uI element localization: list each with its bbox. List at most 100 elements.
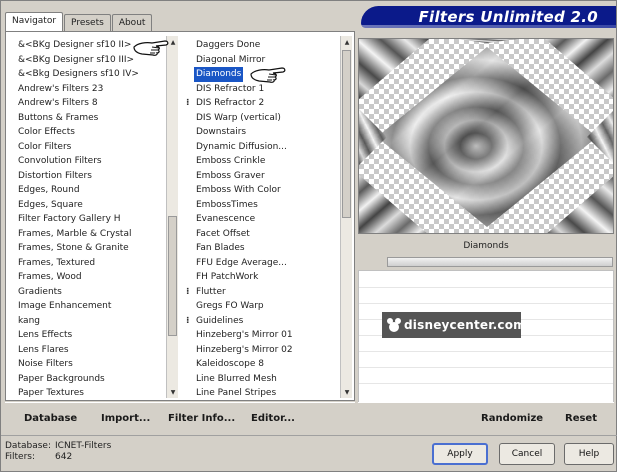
tab-bar: Navigator Presets About <box>5 12 153 32</box>
category-list: &<BKg Designer sf10 II> &<BKg Designer sf… <box>16 38 168 401</box>
status-area: Database: ICNET-Filters Filters: 642 <box>5 441 111 463</box>
randomize-button[interactable]: Randomize <box>481 413 543 424</box>
filter-list-item[interactable]: Downstairs <box>194 125 344 140</box>
filter-list-item[interactable]: Evanescence <box>194 212 344 227</box>
category-list-item[interactable]: Image Enhancement <box>16 299 168 314</box>
category-list-item[interactable]: Color Effects <box>16 125 168 140</box>
category-list-item[interactable]: Frames, Textured <box>16 256 168 271</box>
category-list-item[interactable]: Edges, Square <box>16 198 168 213</box>
tab-about[interactable]: About <box>111 14 153 31</box>
category-list-item[interactable]: Edges, Round <box>16 183 168 198</box>
filter-list-row: Guidelines <box>186 314 344 329</box>
category-list-item[interactable]: Buttons & Frames <box>16 111 168 126</box>
filter-list-item[interactable]: DIS Refractor 2 <box>186 96 344 111</box>
scroll-thumb[interactable] <box>342 50 351 218</box>
divider <box>359 351 613 352</box>
filter-list-row: DIS Refractor 2 <box>186 96 344 111</box>
editor-button[interactable]: Editor... <box>251 413 295 424</box>
category-list-item[interactable]: Frames, Stone & Granite <box>16 241 168 256</box>
category-list-item[interactable]: Frames, Marble & Crystal <box>16 227 168 242</box>
category-list-item[interactable]: Filter Factory Gallery H <box>16 212 168 227</box>
filter-list-item[interactable]: Facet Offset <box>194 227 344 242</box>
filter-list-item-selected[interactable]: Diamonds <box>194 67 244 82</box>
filter-list-item[interactable]: Kaleidoscope 8 <box>194 357 344 372</box>
apply-button[interactable]: Apply <box>432 443 488 465</box>
filter-list: Daggers Done Diagonal Mirror Diamonds DIS R… <box>186 38 344 401</box>
filter-list-row: Hinzeberg's Mirror 02 <box>194 343 344 358</box>
filter-list-item[interactable]: Emboss Crinkle <box>194 154 344 169</box>
filter-list-item[interactable]: Emboss Graver <box>194 169 344 184</box>
filter-list-row: EmbossTimes <box>194 198 344 213</box>
watermark-logo: disneycenter.com <box>382 312 526 338</box>
filter-info-button[interactable]: Filter Info... <box>168 413 235 424</box>
database-button[interactable]: Database <box>24 413 77 424</box>
scroll-down-arrow-icon[interactable]: ▼ <box>341 386 353 398</box>
selected-filter-name: Diamonds <box>463 241 509 251</box>
divider <box>359 287 613 288</box>
watermark-text: disneycenter.com <box>404 318 526 332</box>
filter-list-item[interactable]: Line Panel Stripes <box>194 386 344 401</box>
filters-count-label: Filters: <box>5 452 36 462</box>
filter-list-item[interactable]: Guidelines <box>186 314 344 329</box>
database-label: Database: <box>5 441 51 451</box>
category-list-item[interactable]: Andrew's Filters 8 <box>16 96 168 111</box>
filter-list-item[interactable]: Line Blurred Mesh <box>194 372 344 387</box>
filter-list-item[interactable]: FH PatchWork <box>194 270 344 285</box>
scroll-up-arrow-icon[interactable]: ▲ <box>341 36 353 48</box>
filter-list-row: Line Panel Stripes <box>194 386 344 401</box>
filter-list-row: Fan Blades <box>194 241 344 256</box>
category-list-item[interactable]: Paper Textures <box>16 386 168 401</box>
scroll-thumb[interactable] <box>168 216 177 336</box>
category-list-item[interactable]: Andrew's Filters 23 <box>16 82 168 97</box>
category-list-item[interactable]: Lens Flares <box>16 343 168 358</box>
category-list-item[interactable]: kang <box>16 314 168 329</box>
filter-list-row: DIS Warp (vertical) <box>194 111 344 126</box>
category-scrollbar[interactable]: ▲ ▼ <box>166 36 178 398</box>
app-title-banner: Filters Unlimited 2.0 <box>361 6 616 28</box>
filter-list-item[interactable]: Hinzeberg's Mirror 01 <box>194 328 344 343</box>
filter-list-item[interactable]: FFU Edge Average... <box>194 256 344 271</box>
database-value: ICNET-Filters <box>55 441 112 451</box>
preview-action-bar: Randomize Reset <box>358 402 614 430</box>
navigator-panel: &<BKg Designer sf10 II> &<BKg Designer sf… <box>5 31 355 401</box>
category-list-item[interactable]: Lens Effects <box>16 328 168 343</box>
filter-list-row: DIS Refractor 1 <box>194 82 344 97</box>
divider <box>1 435 617 436</box>
category-list-item[interactable]: &<Bkg Designers sf10 IV> <box>16 67 168 82</box>
filter-list-row: Hinzeberg's Mirror 01 <box>194 328 344 343</box>
category-list-item[interactable]: Color Filters <box>16 140 168 155</box>
filter-list-item[interactable]: DIS Refractor 1 <box>194 82 344 97</box>
filter-list-row: Emboss Crinkle <box>194 154 344 169</box>
filter-list-item[interactable]: Dynamic Diffusion... <box>194 140 344 155</box>
import-button[interactable]: Import... <box>101 413 150 424</box>
category-list-item[interactable]: Frames, Wood <box>16 270 168 285</box>
help-button[interactable]: Help <box>564 443 614 465</box>
reset-button[interactable]: Reset <box>565 413 597 424</box>
category-list-item[interactable]: Noise Filters <box>16 357 168 372</box>
filter-list-row: Flutter <box>186 285 344 300</box>
filter-list-item[interactable]: EmbossTimes <box>194 198 344 213</box>
scroll-down-arrow-icon[interactable]: ▼ <box>167 386 179 398</box>
filter-list-row: Daggers Done <box>194 38 344 53</box>
category-list-item[interactable]: Distortion Filters <box>16 169 168 184</box>
filter-list-item[interactable]: Flutter <box>186 285 344 300</box>
filter-list-item[interactable]: Hinzeberg's Mirror 02 <box>194 343 344 358</box>
filter-list-item[interactable]: Fan Blades <box>194 241 344 256</box>
filter-list-item[interactable]: Gregs FO Warp <box>194 299 344 314</box>
tab-presets[interactable]: Presets <box>64 14 111 31</box>
filter-list-row: Line Blurred Mesh <box>194 372 344 387</box>
filter-list-row: Downstairs <box>194 125 344 140</box>
filter-list-row: Gregs FO Warp <box>194 299 344 314</box>
mickey-ears-icon <box>387 318 401 332</box>
category-list-item[interactable]: Gradients <box>16 285 168 300</box>
filter-list-item[interactable]: Emboss With Color <box>194 183 344 198</box>
cancel-button[interactable]: Cancel <box>499 443 555 465</box>
filter-scrollbar[interactable]: ▲ ▼ <box>340 36 352 398</box>
navigator-action-bar: Database Import... Filter Info... Editor… <box>5 402 355 430</box>
category-list-item[interactable]: Convolution Filters <box>16 154 168 169</box>
category-list-item[interactable]: Paper Backgrounds <box>16 372 168 387</box>
parameter-slider[interactable] <box>387 257 613 267</box>
filter-list-item[interactable]: DIS Warp (vertical) <box>194 111 344 126</box>
tab-navigator[interactable]: Navigator <box>5 12 64 31</box>
filter-list-item[interactable]: Daggers Done <box>194 38 344 53</box>
